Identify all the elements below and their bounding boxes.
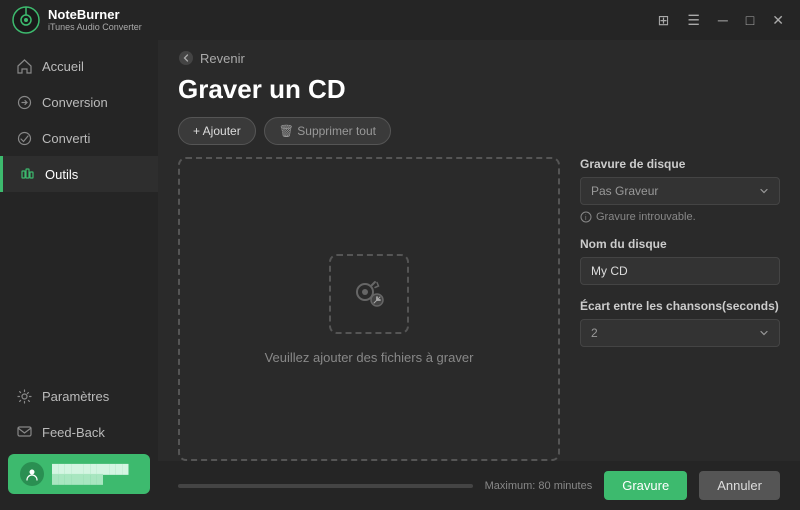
progress-label: Maximum: 80 minutes: [485, 480, 593, 492]
app-branding: NoteBurner iTunes Audio Converter: [12, 6, 142, 34]
back-label: Revenir: [200, 51, 245, 66]
app-name: NoteBurner iTunes Audio Converter: [48, 7, 142, 33]
sidebar-label-outils: Outils: [45, 167, 78, 182]
menu-icon[interactable]: ☰: [683, 10, 704, 31]
sidebar-label-conversion: Conversion: [42, 95, 108, 110]
content-nav: Revenir: [158, 40, 800, 66]
svg-text:i: i: [585, 215, 587, 222]
delete-all-button[interactable]: 🗑 Supprimer tout: [264, 117, 391, 145]
sidebar-label-converti: Converti: [42, 131, 90, 146]
content-area: Revenir Graver un CD + Ajouter 🗑 Supprim…: [158, 40, 800, 510]
sidebar-item-parametres[interactable]: Paramètres: [0, 378, 158, 414]
sidebar-item-feedback[interactable]: Feed-Back: [0, 414, 158, 450]
gap-group: Écart entre les chansons(seconds) 2: [580, 299, 780, 347]
disc-hint: i Gravure introuvable.: [580, 211, 780, 223]
tools-icon: [19, 166, 35, 182]
burn-button[interactable]: Gravure: [604, 471, 687, 500]
gap-chevron-icon: [759, 328, 769, 338]
work-area: Veuillez ajouter des fichiers à graver G…: [158, 157, 800, 461]
app-body: Accueil Conversion Converti: [0, 40, 800, 510]
chevron-down-icon: [759, 186, 769, 196]
user-line1: ████████████: [52, 464, 129, 474]
user-account[interactable]: ████████████ ████████: [8, 454, 150, 494]
disk-name-label: Nom du disque: [580, 237, 780, 251]
sidebar-item-conversion[interactable]: Conversion: [0, 84, 158, 120]
add-button[interactable]: + Ajouter: [178, 117, 256, 145]
disk-name-group: Nom du disque: [580, 237, 780, 285]
gap-value: 2: [591, 326, 598, 340]
maximize-icon[interactable]: □: [742, 10, 758, 30]
page-title: Graver un CD: [158, 66, 800, 117]
info-icon: i: [580, 211, 592, 223]
drop-placeholder: Veuillez ajouter des fichiers à graver: [265, 350, 474, 365]
gap-label: Écart entre les chansons(seconds): [580, 299, 780, 313]
action-bar: + Ajouter 🗑 Supprimer tout: [158, 117, 800, 157]
gap-select[interactable]: 2: [580, 319, 780, 347]
grid-icon[interactable]: ⊞: [654, 10, 674, 31]
app-name-sub: iTunes Audio Converter: [48, 22, 142, 33]
feedback-icon: [16, 424, 32, 440]
converted-icon: [16, 130, 32, 146]
disk-name-input[interactable]: [580, 257, 780, 285]
right-panel: Gravure de disque Pas Graveur i Gravure …: [580, 157, 780, 461]
drop-zone-icon: [329, 254, 409, 334]
user-avatar: [20, 462, 44, 486]
sidebar-item-converti[interactable]: Converti: [0, 120, 158, 156]
sidebar-bottom: Paramètres Feed-Back: [0, 378, 158, 502]
home-icon: [16, 58, 32, 74]
user-info: ████████████ ████████: [52, 464, 129, 484]
title-bar: NoteBurner iTunes Audio Converter ⊞ ☰ ─ …: [0, 0, 800, 40]
conversion-icon: [16, 94, 32, 110]
sidebar-item-outils[interactable]: Outils: [0, 156, 158, 192]
sidebar-label-parametres: Paramètres: [42, 389, 109, 404]
cancel-button[interactable]: Annuler: [699, 471, 780, 500]
minimize-icon[interactable]: ─: [714, 10, 732, 30]
disc-drive-select[interactable]: Pas Graveur: [580, 177, 780, 205]
bottom-bar: Maximum: 80 minutes Gravure Annuler: [158, 461, 800, 510]
close-icon[interactable]: ✕: [768, 10, 788, 31]
sidebar-label-accueil: Accueil: [42, 59, 84, 74]
disc-drive-label: Gravure de disque: [580, 157, 780, 171]
back-button[interactable]: Revenir: [178, 50, 245, 66]
disc-drive-value: Pas Graveur: [591, 184, 658, 198]
disc-drive-group: Gravure de disque Pas Graveur i Gravure …: [580, 157, 780, 223]
progress-track: [178, 484, 473, 488]
back-icon: [178, 50, 194, 66]
settings-icon: [16, 388, 32, 404]
user-line2: ████████: [52, 474, 129, 484]
sidebar-label-feedback: Feed-Back: [42, 425, 105, 440]
disc-hint-text: Gravure introuvable.: [596, 211, 696, 223]
drop-zone[interactable]: Veuillez ajouter des fichiers à graver: [178, 157, 560, 461]
window-controls: ⊞ ☰ ─ □ ✕: [654, 10, 788, 31]
app-logo: [12, 6, 40, 34]
app-name-main: NoteBurner: [48, 7, 142, 23]
sidebar: Accueil Conversion Converti: [0, 40, 158, 510]
sidebar-item-accueil[interactable]: Accueil: [0, 48, 158, 84]
